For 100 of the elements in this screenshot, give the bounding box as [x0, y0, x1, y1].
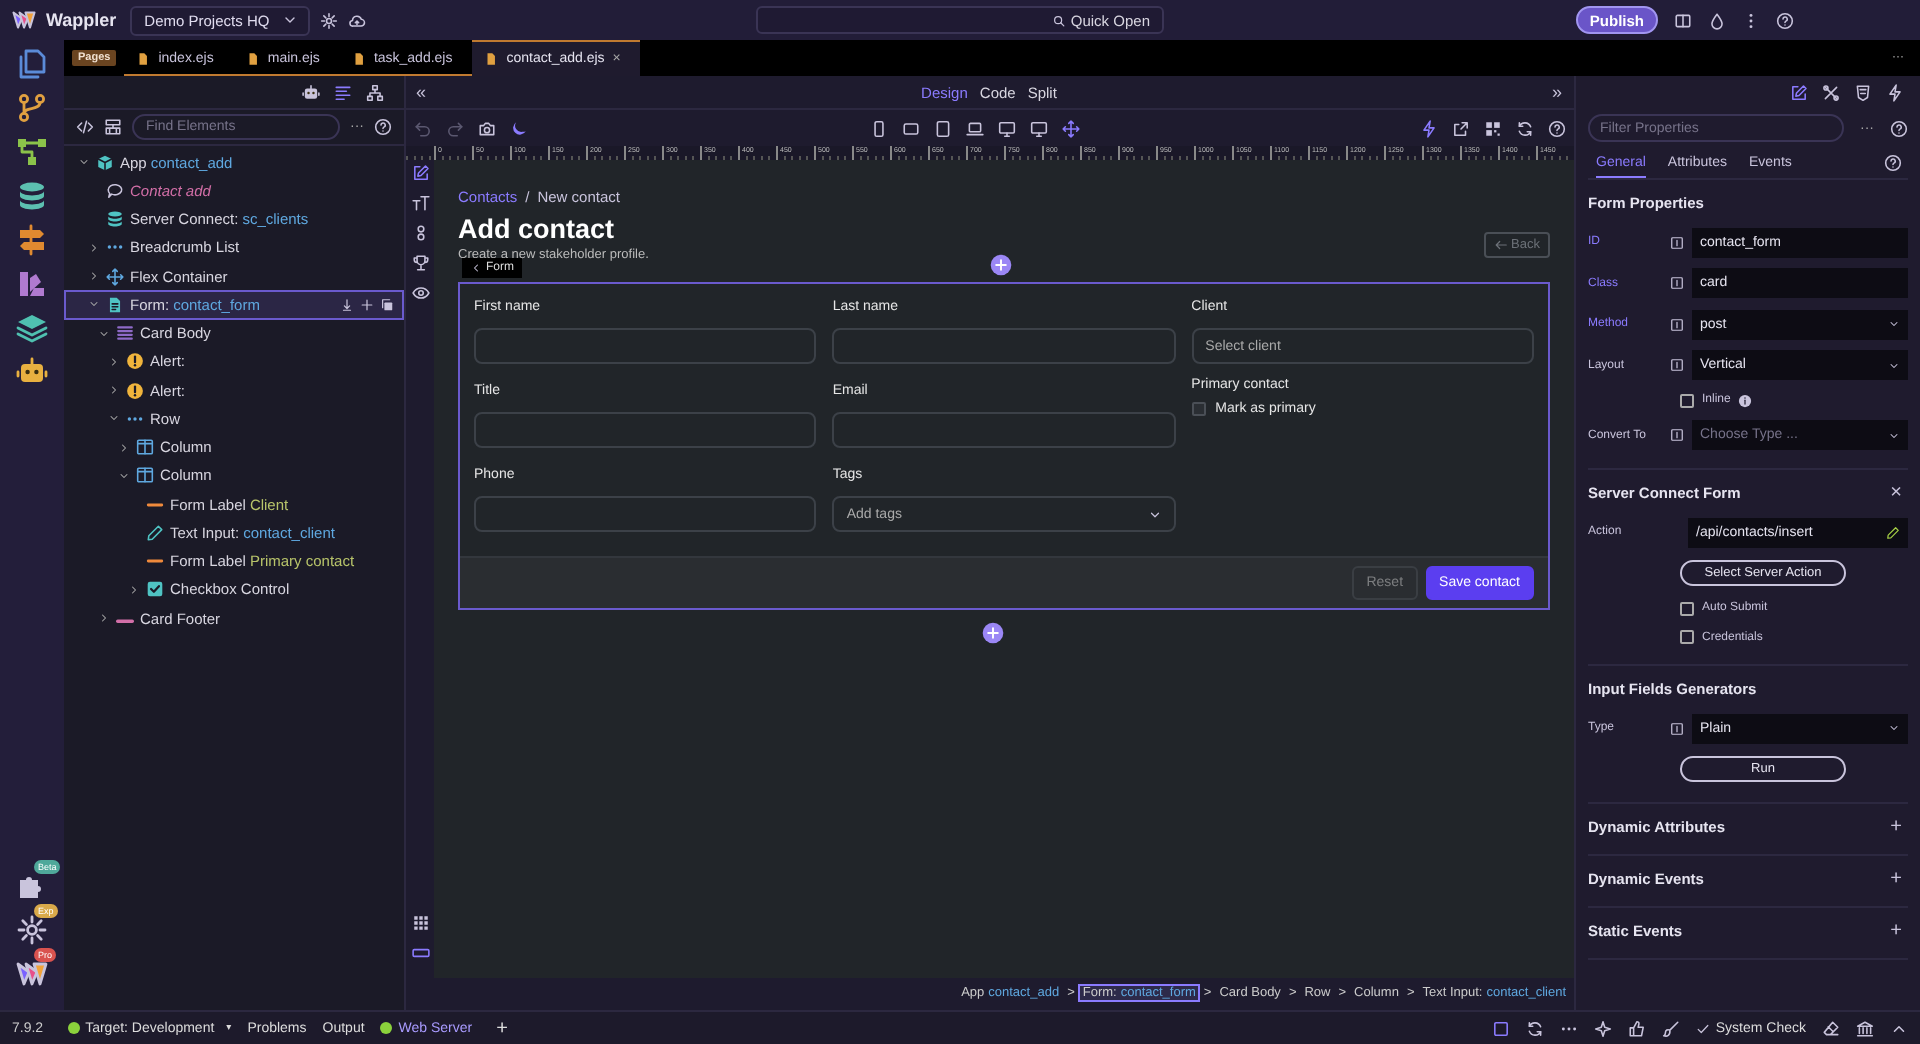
refresh-icon[interactable] [1516, 119, 1534, 137]
palette-icon[interactable] [16, 268, 48, 300]
undo-icon[interactable] [414, 119, 432, 137]
help-icon[interactable] [1884, 153, 1902, 171]
collapse-icon[interactable] [118, 469, 130, 482]
binding-icon[interactable] [1670, 317, 1684, 332]
settings-icon[interactable] [319, 11, 338, 29]
insert-icon[interactable] [340, 297, 354, 312]
expand-icon[interactable] [88, 241, 100, 254]
info-icon[interactable] [1738, 393, 1753, 408]
expand-icon[interactable] [108, 384, 120, 397]
css-icon[interactable] [1854, 84, 1872, 102]
share-icon[interactable] [1452, 119, 1470, 137]
panel-layout-icon[interactable] [1674, 11, 1692, 29]
help-icon[interactable] [1890, 119, 1908, 137]
collapse-icon[interactable] [108, 412, 120, 425]
copy-icon[interactable] [380, 297, 394, 312]
binding-icon[interactable] [1670, 721, 1684, 736]
text-field[interactable] [474, 496, 817, 532]
pencil-icon[interactable] [1886, 525, 1900, 540]
collapse-icon[interactable] [98, 327, 110, 340]
eye-icon[interactable] [411, 284, 429, 302]
moon-icon[interactable] [510, 119, 528, 137]
robot-icon[interactable] [16, 356, 48, 388]
cloud-upload-icon[interactable] [347, 11, 366, 29]
lightning-icon[interactable] [1420, 119, 1438, 137]
form-icon [106, 295, 124, 314]
brush-icon[interactable] [1661, 1019, 1680, 1037]
eraser-icon[interactable] [1822, 1019, 1840, 1037]
collapse-icon[interactable] [88, 298, 100, 311]
text-field[interactable] [832, 412, 1176, 448]
collapse-button[interactable]: « [416, 82, 427, 102]
collapse-icon[interactable] [78, 156, 90, 169]
binding-icon[interactable] [1670, 235, 1684, 250]
help-icon[interactable] [374, 118, 392, 136]
add-icon[interactable] [981, 622, 1003, 644]
laptop-icon[interactable] [965, 119, 983, 137]
square-icon[interactable] [1491, 1019, 1510, 1037]
settings-icon[interactable] [16, 914, 48, 946]
thumbs-up-icon[interactable] [1627, 1019, 1646, 1037]
move-icon [106, 267, 124, 286]
binding-icon[interactable] [1670, 428, 1684, 443]
database-icon[interactable] [16, 180, 48, 212]
code-icon[interactable] [76, 118, 94, 136]
redo-icon[interactable] [446, 119, 464, 137]
network-icon[interactable] [16, 136, 48, 168]
pencil-icon [146, 523, 164, 542]
signpost-icon[interactable] [16, 224, 48, 256]
grid-icon[interactable] [1484, 119, 1502, 137]
expand-icon[interactable] [128, 583, 140, 596]
bank-icon[interactable] [1856, 1019, 1874, 1037]
lightning-icon[interactable] [1886, 84, 1904, 102]
monitor-icon[interactable] [1029, 119, 1047, 137]
expand-icon[interactable] [98, 612, 110, 625]
handle-icon[interactable] [411, 944, 429, 962]
desktop-icon[interactable] [997, 119, 1015, 137]
list-icon[interactable] [334, 83, 352, 101]
layers-icon[interactable] [16, 312, 48, 344]
text-field[interactable] [832, 328, 1176, 364]
binding-icon[interactable] [1670, 358, 1684, 373]
checkbox[interactable] [1680, 630, 1694, 645]
edit-icon[interactable] [411, 164, 429, 182]
sitemap-icon[interactable] [366, 83, 384, 101]
files-icon[interactable] [16, 48, 48, 80]
refresh-icon[interactable] [1525, 1019, 1544, 1037]
tools-icon[interactable] [1822, 84, 1840, 102]
add-button[interactable]: + [496, 1017, 508, 1039]
edit-icon[interactable] [1790, 84, 1808, 102]
expand-button[interactable]: + [1890, 816, 1908, 838]
robot-icon[interactable] [302, 83, 320, 101]
columns-icon [136, 466, 154, 485]
add-icon[interactable] [990, 254, 1012, 276]
grid-icon[interactable] [411, 914, 429, 932]
binding-icon[interactable] [1670, 276, 1684, 291]
expand-icon[interactable] [88, 270, 100, 283]
trophy-icon[interactable] [411, 254, 429, 272]
sparkle-icon[interactable] [1593, 1019, 1612, 1037]
logo-icon[interactable] [16, 958, 48, 990]
components-icon[interactable] [104, 118, 122, 136]
expand-button[interactable]: + [1890, 920, 1908, 942]
expand-icon[interactable] [118, 441, 130, 454]
text-field[interactable] [474, 412, 817, 448]
drop-icon[interactable] [1708, 11, 1726, 29]
close-button[interactable]: × [1890, 482, 1908, 504]
checkbox[interactable] [1191, 402, 1206, 416]
text-field[interactable] [474, 328, 817, 364]
checkbox[interactable] [1680, 393, 1694, 408]
move-icon[interactable] [1061, 119, 1079, 137]
expand-button[interactable]: » [1551, 82, 1562, 102]
help-icon[interactable] [1776, 11, 1794, 29]
text-size-icon[interactable] [411, 194, 429, 212]
camera-icon[interactable] [478, 119, 496, 137]
phone-icon[interactable] [869, 119, 887, 137]
checkbox[interactable] [1680, 601, 1694, 616]
page-title: Add contact [458, 214, 617, 244]
chain-icon[interactable] [411, 224, 429, 242]
expand-button[interactable]: + [1890, 868, 1908, 890]
git-branch-icon[interactable] [16, 92, 48, 124]
help-icon[interactable] [1548, 119, 1566, 137]
expand-icon[interactable] [108, 355, 120, 368]
